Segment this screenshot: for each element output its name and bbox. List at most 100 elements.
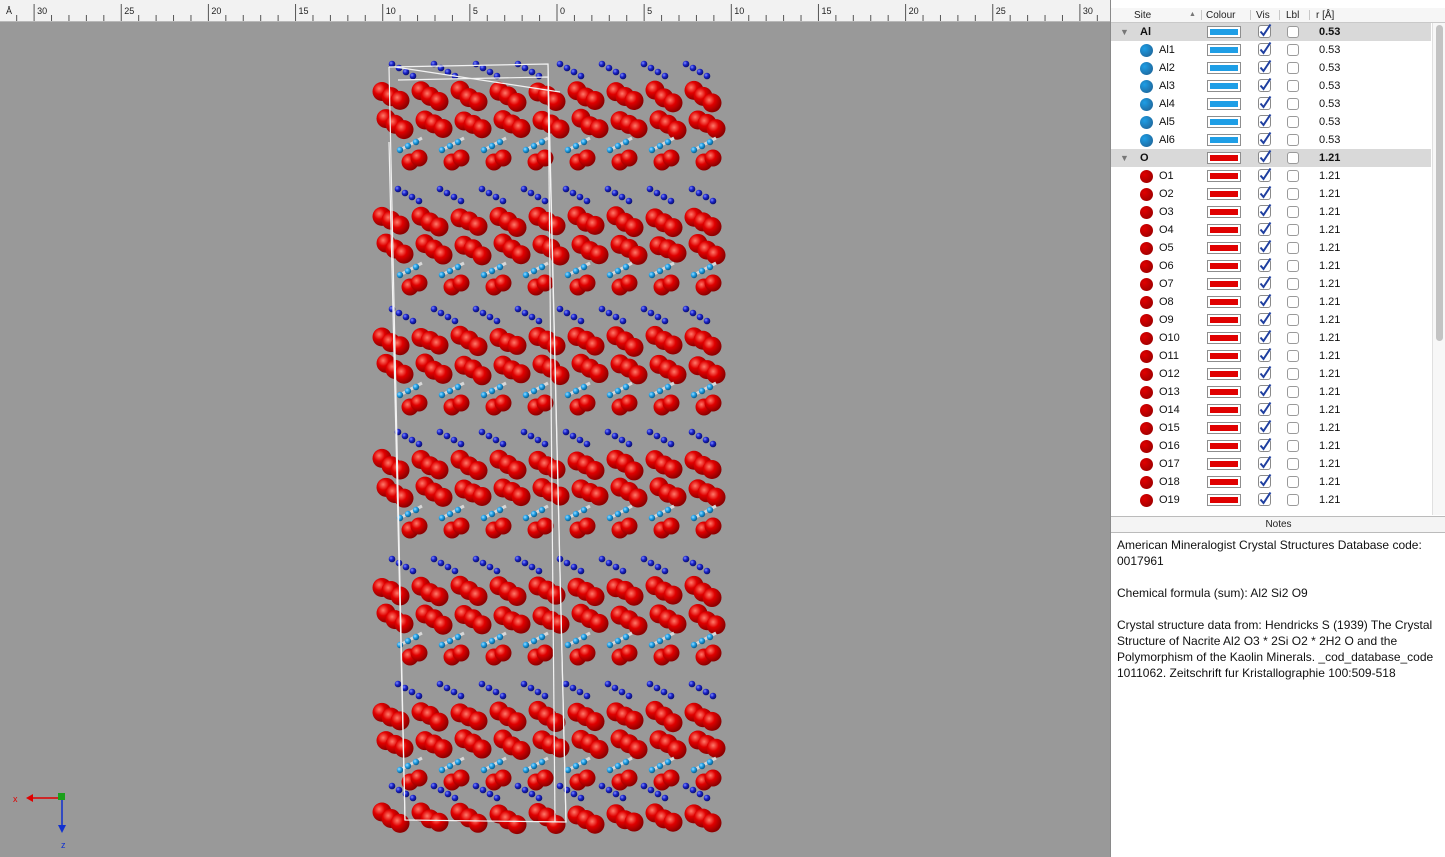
site-row[interactable]: O7 1.21	[1111, 275, 1431, 293]
visibility-checkbox[interactable]	[1257, 78, 1272, 93]
colour-swatch[interactable]	[1207, 242, 1241, 254]
scrollbar-thumb[interactable]	[1436, 25, 1443, 341]
label-checkbox[interactable]	[1287, 296, 1299, 308]
visibility-checkbox[interactable]	[1257, 312, 1272, 327]
colour-swatch[interactable]	[1207, 440, 1241, 452]
visibility-checkbox[interactable]	[1257, 438, 1272, 453]
visibility-checkbox[interactable]	[1257, 492, 1272, 507]
colour-swatch[interactable]	[1207, 494, 1241, 506]
notes-text[interactable]: American Mineralogist Crystal Structures…	[1117, 537, 1435, 697]
visibility-checkbox[interactable]	[1257, 384, 1272, 399]
site-row[interactable]: O5 1.21	[1111, 239, 1431, 257]
colour-swatch[interactable]	[1207, 422, 1241, 434]
colour-swatch[interactable]	[1207, 296, 1241, 308]
label-checkbox[interactable]	[1287, 278, 1299, 290]
visibility-checkbox[interactable]	[1257, 60, 1272, 75]
colour-swatch[interactable]	[1207, 278, 1241, 290]
site-row[interactable]: O2 1.21	[1111, 185, 1431, 203]
site-row[interactable]: O12 1.21	[1111, 365, 1431, 383]
visibility-checkbox[interactable]	[1257, 150, 1272, 165]
visibility-checkbox[interactable]	[1257, 240, 1272, 255]
colour-swatch[interactable]	[1207, 44, 1241, 56]
label-checkbox[interactable]	[1287, 368, 1299, 380]
column-radius[interactable]: r [Å]	[1316, 9, 1334, 22]
label-checkbox[interactable]	[1287, 206, 1299, 218]
label-checkbox[interactable]	[1287, 152, 1299, 164]
site-row[interactable]: O16 1.21	[1111, 437, 1431, 455]
colour-swatch[interactable]	[1207, 80, 1241, 92]
visibility-checkbox[interactable]	[1257, 474, 1272, 489]
site-row[interactable]: O10 1.21	[1111, 329, 1431, 347]
label-checkbox[interactable]	[1287, 458, 1299, 470]
site-row[interactable]: Al1 0.53	[1111, 41, 1431, 59]
crystal-structure-render[interactable]	[0, 22, 1110, 857]
visibility-checkbox[interactable]	[1257, 420, 1272, 435]
site-group-row[interactable]: ▼ O 1.21	[1111, 149, 1431, 167]
visibility-checkbox[interactable]	[1257, 132, 1272, 147]
label-checkbox[interactable]	[1287, 188, 1299, 200]
colour-swatch[interactable]	[1207, 62, 1241, 74]
visibility-checkbox[interactable]	[1257, 348, 1272, 363]
label-checkbox[interactable]	[1287, 80, 1299, 92]
visibility-checkbox[interactable]	[1257, 186, 1272, 201]
label-checkbox[interactable]	[1287, 404, 1299, 416]
site-row[interactable]: O15 1.21	[1111, 419, 1431, 437]
visibility-checkbox[interactable]	[1257, 276, 1272, 291]
site-row[interactable]: O14 1.21	[1111, 401, 1431, 419]
label-checkbox[interactable]	[1287, 350, 1299, 362]
visibility-checkbox[interactable]	[1257, 168, 1272, 183]
colour-swatch[interactable]	[1207, 116, 1241, 128]
label-checkbox[interactable]	[1287, 242, 1299, 254]
visibility-checkbox[interactable]	[1257, 204, 1272, 219]
column-vis[interactable]: Vis	[1256, 9, 1270, 22]
colour-swatch[interactable]	[1207, 152, 1241, 164]
site-row[interactable]: Al3 0.53	[1111, 77, 1431, 95]
colour-swatch[interactable]	[1207, 386, 1241, 398]
site-row[interactable]: Al6 0.53	[1111, 131, 1431, 149]
visibility-checkbox[interactable]	[1257, 42, 1272, 57]
label-checkbox[interactable]	[1287, 170, 1299, 182]
visibility-checkbox[interactable]	[1257, 222, 1272, 237]
site-row[interactable]: O4 1.21	[1111, 221, 1431, 239]
visibility-checkbox[interactable]	[1257, 456, 1272, 471]
colour-swatch[interactable]	[1207, 98, 1241, 110]
label-checkbox[interactable]	[1287, 44, 1299, 56]
colour-swatch[interactable]	[1207, 260, 1241, 272]
label-checkbox[interactable]	[1287, 26, 1299, 38]
label-checkbox[interactable]	[1287, 494, 1299, 506]
site-row[interactable]: O19 1.21	[1111, 491, 1431, 509]
colour-swatch[interactable]	[1207, 404, 1241, 416]
visibility-checkbox[interactable]	[1257, 96, 1272, 111]
site-row[interactable]: O13 1.21	[1111, 383, 1431, 401]
colour-swatch[interactable]	[1207, 188, 1241, 200]
label-checkbox[interactable]	[1287, 224, 1299, 236]
label-checkbox[interactable]	[1287, 260, 1299, 272]
label-checkbox[interactable]	[1287, 62, 1299, 74]
label-checkbox[interactable]	[1287, 98, 1299, 110]
colour-swatch[interactable]	[1207, 368, 1241, 380]
visibility-checkbox[interactable]	[1257, 402, 1272, 417]
site-row[interactable]: O8 1.21	[1111, 293, 1431, 311]
site-group-row[interactable]: ▼ Al 0.53	[1111, 23, 1431, 41]
label-checkbox[interactable]	[1287, 476, 1299, 488]
structure-viewport[interactable]: x z	[0, 22, 1110, 857]
visibility-checkbox[interactable]	[1257, 294, 1272, 309]
site-row[interactable]: O18 1.21	[1111, 473, 1431, 491]
visibility-checkbox[interactable]	[1257, 366, 1272, 381]
column-lbl[interactable]: Lbl	[1286, 9, 1299, 22]
colour-swatch[interactable]	[1207, 458, 1241, 470]
site-row[interactable]: O1 1.21	[1111, 167, 1431, 185]
colour-swatch[interactable]	[1207, 332, 1241, 344]
visibility-checkbox[interactable]	[1257, 258, 1272, 273]
column-colour[interactable]: Colour	[1206, 9, 1235, 22]
site-row[interactable]: Al5 0.53	[1111, 113, 1431, 131]
visibility-checkbox[interactable]	[1257, 114, 1272, 129]
colour-swatch[interactable]	[1207, 476, 1241, 488]
colour-swatch[interactable]	[1207, 134, 1241, 146]
site-table-scrollbar[interactable]	[1432, 23, 1445, 515]
collapse-triangle-icon[interactable]: ▼	[1120, 153, 1129, 163]
site-row[interactable]: O11 1.21	[1111, 347, 1431, 365]
site-row[interactable]: O9 1.21	[1111, 311, 1431, 329]
site-row[interactable]: O17 1.21	[1111, 455, 1431, 473]
site-row[interactable]: Al2 0.53	[1111, 59, 1431, 77]
